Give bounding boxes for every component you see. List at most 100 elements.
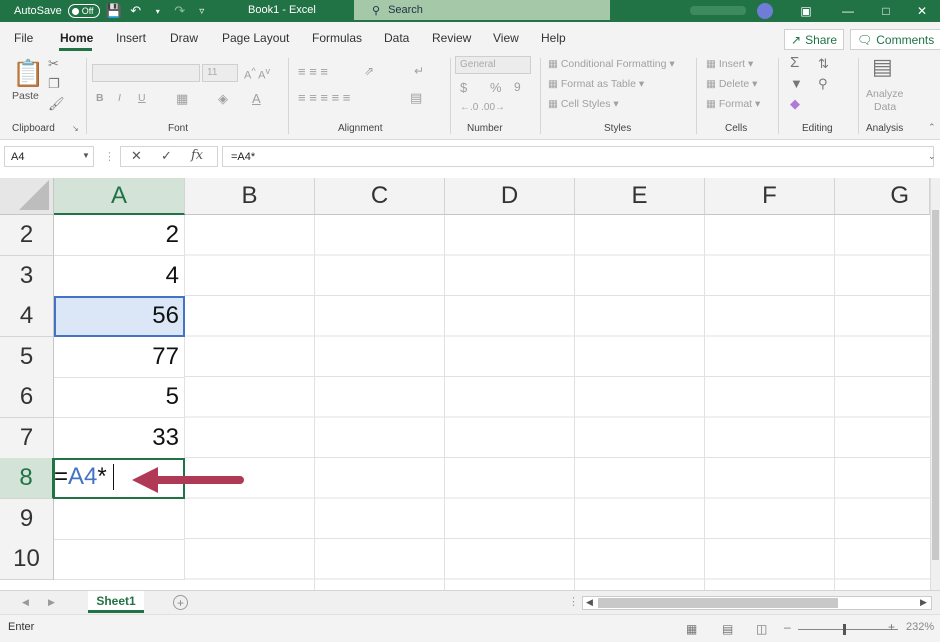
wrap-text-icon[interactable]: ↵ xyxy=(414,64,424,78)
formula-input[interactable]: =A4* xyxy=(222,146,934,167)
undo-dropdown-icon[interactable]: ▾ xyxy=(150,3,166,19)
increase-decimal-icon[interactable]: ←.0 .00→ xyxy=(460,102,505,113)
search-box[interactable]: ⚲ Search xyxy=(354,0,610,20)
copy-icon[interactable]: ❐ xyxy=(48,76,60,92)
cell-styles-button[interactable]: ▦ Cell Styles ▾ xyxy=(548,98,619,110)
cell-a4[interactable]: 56 xyxy=(54,296,185,337)
name-box[interactable]: A4 xyxy=(4,146,94,167)
tab-review[interactable]: Review xyxy=(432,31,471,45)
number-format-combo[interactable]: General xyxy=(455,56,531,74)
currency-icon[interactable]: $ xyxy=(460,80,467,95)
clipboard-launcher-icon[interactable]: ↘ xyxy=(72,124,79,133)
italic-icon[interactable]: I xyxy=(118,92,121,104)
row-header[interactable]: 8 xyxy=(0,458,54,499)
page-break-view-icon[interactable]: ◫ xyxy=(756,622,767,636)
tab-help[interactable]: Help xyxy=(541,31,566,45)
paste-label[interactable]: Paste xyxy=(12,90,39,102)
sheet-prev-icon[interactable]: ◀ xyxy=(22,597,29,608)
cut-icon[interactable]: ✂ xyxy=(48,56,59,72)
row-header[interactable]: 9 xyxy=(0,499,54,540)
tab-insert[interactable]: Insert xyxy=(116,31,146,45)
page-layout-view-icon[interactable]: ▤ xyxy=(722,622,733,636)
align-left-icon[interactable]: ≡ ≡ ≡ ≡ ≡ xyxy=(298,90,350,105)
fill-color-icon[interactable]: ◈ xyxy=(218,91,228,107)
insert-cells-button[interactable]: ▦ Insert ▾ xyxy=(706,58,753,70)
autosum-icon[interactable]: Σ xyxy=(790,54,799,71)
format-as-table-button[interactable]: ▦ Format as Table ▾ xyxy=(548,78,644,90)
format-cells-button[interactable]: ▦ Format ▾ xyxy=(706,98,760,110)
column-header-b[interactable]: B xyxy=(185,178,315,215)
insert-function-icon[interactable]: fx xyxy=(191,148,203,163)
cell-a2[interactable]: 2 xyxy=(54,215,185,256)
find-select-icon[interactable]: ⚲ xyxy=(818,76,828,92)
zoom-level[interactable]: 232% xyxy=(906,621,934,633)
minimize-icon[interactable]: — xyxy=(830,0,866,22)
sort-filter-icon[interactable]: ⇅ xyxy=(818,56,829,72)
bold-icon[interactable]: B xyxy=(96,92,104,104)
ribbon-display-options-icon[interactable]: ▣ xyxy=(788,0,824,22)
expand-formula-bar-icon[interactable]: ⌄ xyxy=(928,151,936,162)
clear-icon[interactable]: ◆ xyxy=(790,96,800,112)
analyze-data-icon[interactable]: ▤ xyxy=(872,54,893,80)
font-size-combo[interactable]: 11 xyxy=(202,64,238,82)
close-icon[interactable]: ✕ xyxy=(904,0,940,22)
delete-cells-button[interactable]: ▦ Delete ▾ xyxy=(706,78,757,90)
cell-a6[interactable]: 5 xyxy=(54,377,185,418)
cell-a10[interactable] xyxy=(54,539,185,580)
data-label[interactable]: Data xyxy=(874,101,896,113)
tab-split-grip[interactable]: ⋮ xyxy=(568,595,579,608)
horizontal-scroll-thumb[interactable] xyxy=(598,598,838,608)
row-header[interactable]: 6 xyxy=(0,377,54,418)
scroll-right-icon[interactable]: ▶ xyxy=(920,597,927,608)
collapse-ribbon-icon[interactable]: ⌃ xyxy=(928,122,936,133)
merge-center-icon[interactable]: ▤ xyxy=(410,90,422,106)
tab-data[interactable]: Data xyxy=(384,31,409,45)
tab-page-layout[interactable]: Page Layout xyxy=(222,31,289,45)
enter-icon[interactable]: ✓ xyxy=(161,148,172,164)
paste-icon[interactable]: 📋 xyxy=(12,58,44,89)
zoom-slider-thumb[interactable] xyxy=(843,624,846,635)
cell-a7[interactable]: 33 xyxy=(54,418,185,459)
add-sheet-icon[interactable]: + xyxy=(173,595,188,610)
conditional-formatting-button[interactable]: ▦ Conditional Formatting ▾ xyxy=(548,58,675,70)
name-box-dropdown-icon[interactable]: ▼ xyxy=(82,151,90,160)
font-name-combo[interactable] xyxy=(92,64,200,82)
sheet-tab-sheet1[interactable]: Sheet1 xyxy=(88,591,144,613)
row-header[interactable]: 2 xyxy=(0,215,54,256)
avatar[interactable] xyxy=(757,3,773,19)
cell-a5[interactable]: 77 xyxy=(54,337,185,378)
row-header[interactable]: 7 xyxy=(0,418,54,459)
align-top-icon[interactable]: ≡ ≡ ≡ xyxy=(298,64,328,79)
orientation-icon[interactable]: ⇗ xyxy=(364,64,374,78)
cell-a9[interactable] xyxy=(54,499,185,540)
row-header[interactable]: 10 xyxy=(0,539,54,580)
column-header-g[interactable]: G xyxy=(835,178,930,215)
analyze-label[interactable]: Analyze xyxy=(866,88,903,100)
row-header[interactable]: 5 xyxy=(0,337,54,378)
format-painter-icon[interactable]: 🖌 xyxy=(48,96,65,112)
tab-formulas[interactable]: Formulas xyxy=(312,31,362,45)
sheet-next-icon[interactable]: ▶ xyxy=(48,597,55,608)
undo-icon[interactable]: ↶ xyxy=(128,3,144,19)
zoom-slider[interactable] xyxy=(798,629,898,630)
customize-qat-icon[interactable]: ▿ xyxy=(194,3,210,19)
vertical-scroll-thumb[interactable] xyxy=(932,210,939,560)
percent-icon[interactable]: % xyxy=(490,80,502,95)
column-header-c[interactable]: C xyxy=(315,178,445,215)
column-header-d[interactable]: D xyxy=(445,178,575,215)
borders-icon[interactable]: ▦ xyxy=(176,91,188,107)
comments-button[interactable]: 🗨 Comments xyxy=(850,29,940,50)
scroll-left-icon[interactable]: ◀ xyxy=(586,597,593,608)
tab-home[interactable]: Home xyxy=(60,31,93,45)
row-header[interactable]: 3 xyxy=(0,256,54,297)
fill-icon[interactable]: ▼ xyxy=(790,76,803,91)
zoom-in-icon[interactable]: + xyxy=(888,620,895,634)
save-icon[interactable]: 💾 xyxy=(106,3,122,19)
underline-icon[interactable]: U xyxy=(138,92,146,104)
grow-font-icon[interactable]: A^ Av xyxy=(244,66,270,82)
maximize-icon[interactable]: □ xyxy=(868,0,904,22)
share-button[interactable]: ↗ Share xyxy=(784,29,845,50)
font-color-icon[interactable]: A xyxy=(252,91,261,106)
tab-view[interactable]: View xyxy=(493,31,519,45)
row-header[interactable]: 4 xyxy=(0,296,54,337)
